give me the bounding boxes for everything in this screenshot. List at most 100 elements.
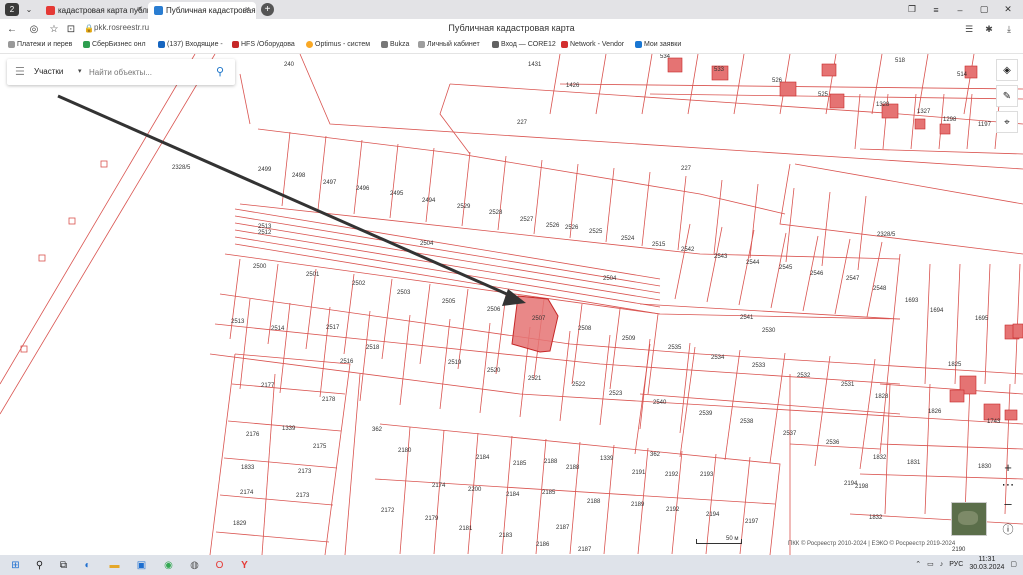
chevron-down-icon[interactable]: ▾	[78, 67, 82, 75]
url-text[interactable]: pkk.rosreestr.ru	[94, 23, 149, 32]
parcel-label: 2175	[313, 444, 327, 450]
network-icon[interactable]: ▭	[927, 560, 934, 568]
parcel-label: 2502	[352, 281, 366, 287]
cadastral-map[interactable]: 240 1431 1426 534 533 526 518 514 525 1328 1327 129…	[0, 54, 1023, 555]
parcel-label: 1828	[875, 394, 889, 400]
new-tab-button[interactable]: +	[261, 3, 274, 16]
layers-icon[interactable]: ◈	[996, 59, 1018, 81]
search-input[interactable]	[89, 64, 209, 80]
speaker-icon[interactable]: ♪	[940, 561, 944, 568]
tab-list-chevron-icon[interactable]: ⌄	[23, 3, 35, 16]
bookmark-item[interactable]: Личный кабинет	[418, 41, 480, 48]
building	[939, 123, 951, 135]
strip-line	[234, 229, 661, 301]
parcel-label: 227	[517, 120, 528, 126]
info-icon[interactable]: ⓘ	[997, 519, 1019, 539]
parcel-label: 2538	[740, 419, 754, 425]
parcel-boundary	[399, 314, 411, 406]
parcel-label: 2537	[783, 431, 797, 437]
parcel-boundary	[924, 263, 931, 385]
parcel-label: 2174	[240, 490, 254, 496]
bookmark-item[interactable]: Optimus - систем	[306, 41, 370, 48]
parcel-boundary	[917, 54, 929, 115]
parcel-label: 2183	[499, 533, 513, 539]
tab-kadastr-search[interactable]: кадастровая карта публи ×	[40, 2, 148, 19]
close-tab-icon[interactable]: ×	[245, 4, 250, 14]
edge-icon[interactable]: ◐	[80, 558, 95, 572]
parcel-label: 2546	[810, 271, 824, 277]
parcel-label: 2498	[292, 173, 306, 179]
minimize-button[interactable]: –	[949, 2, 971, 17]
folder-icon[interactable]: ▬	[107, 558, 122, 572]
clock-date: 30.03.2024	[969, 564, 1005, 571]
parcel-label: 1830	[978, 464, 992, 470]
parcel-label: 2521	[528, 376, 542, 382]
extensions-icon[interactable]: ✱	[981, 22, 997, 36]
opera-icon[interactable]: O	[212, 558, 227, 572]
parcel-boundary	[733, 54, 745, 115]
bookmark-star-icon[interactable]: ☆	[47, 22, 61, 36]
search-type-select[interactable]: Участки	[34, 67, 63, 76]
parcel-label: 2509	[622, 336, 636, 342]
bookmark-item[interactable]: Network - Vendor	[561, 41, 624, 48]
bookmark-item[interactable]: Платежи и перев	[8, 41, 72, 48]
menu-icon[interactable]: ☰	[15, 65, 25, 78]
close-tab-icon[interactable]: ×	[137, 4, 142, 14]
parcel-label: 2188	[587, 499, 601, 505]
tray-chevron-icon[interactable]: ⌃	[915, 560, 921, 568]
parcel-label: 1694	[930, 308, 944, 314]
yandex-browser-icon[interactable]: Y	[237, 558, 252, 572]
store-icon[interactable]: ▣	[134, 558, 149, 572]
parcel-boundary	[279, 302, 291, 394]
back-icon[interactable]: ←	[5, 22, 19, 36]
tab-count-badge[interactable]: 2	[5, 3, 19, 16]
lock-icon: 🔒	[84, 24, 94, 33]
bookmark-item[interactable]: (137) Входящие -	[158, 41, 223, 48]
parcel-label: 1834	[0, 54, 14, 56]
road-line	[239, 73, 251, 125]
bookmark-favicon-icon	[492, 41, 499, 48]
windows-start-icon[interactable]: ⊞	[8, 558, 23, 572]
bookmark-item[interactable]: СберБизнес онл	[83, 41, 146, 48]
notifications-icon[interactable]: ▢	[1010, 560, 1017, 568]
clock[interactable]: 11:31 30.03.2024	[969, 556, 1004, 572]
map-canvas[interactable]: 240 1431 1426 534 533 526 518 514 525 1328 1327 129…	[0, 54, 1023, 555]
bookmark-icon[interactable]: ⊡	[64, 22, 78, 36]
bookmark-item[interactable]: Вход — CORE12	[492, 41, 556, 48]
tab-public-cadastral-map[interactable]: Публичная кадастровая ×	[148, 2, 256, 19]
download-icon[interactable]: ⤓	[1001, 22, 1017, 36]
location-icon[interactable]: ⌖	[996, 111, 1018, 133]
parcel-boundary	[461, 151, 471, 227]
chrome-icon[interactable]: ◉	[161, 558, 176, 572]
bookmark-item[interactable]: HFS /Оборудова	[232, 41, 295, 48]
task-view-icon[interactable]: ⧉	[56, 558, 71, 572]
pencil-icon[interactable]: ✎	[996, 85, 1018, 107]
maximize-button[interactable]: ▢	[973, 2, 995, 17]
bookmark-item[interactable]: Мои заявки	[635, 41, 681, 48]
search-icon[interactable]: ⚲	[213, 64, 227, 78]
search-icon[interactable]: ⚲	[32, 558, 47, 572]
reader-icon[interactable]: ☰	[961, 22, 977, 36]
app-icon[interactable]: ◍	[187, 558, 202, 572]
zoom-out-button[interactable]: –	[997, 493, 1019, 513]
basemap-thumbnail[interactable]	[951, 502, 987, 536]
language-indicator[interactable]: РУС	[949, 561, 963, 568]
menu-icon[interactable]: ≡	[925, 2, 947, 17]
parcel-label: 2194	[706, 512, 720, 518]
parcel-label: 2500	[253, 264, 267, 270]
bookmark-favicon-icon	[561, 41, 568, 48]
bookmark-favicon-icon	[381, 41, 388, 48]
parcel-label: 2516	[340, 359, 354, 365]
close-window-button[interactable]: ✕	[997, 2, 1019, 17]
parcel-boundary	[674, 223, 691, 300]
parcel-label: 1695	[975, 316, 989, 322]
parcel-boundary	[769, 352, 786, 464]
bookmark-item[interactable]: Bukza	[381, 41, 409, 48]
parcel-label: 2519	[448, 360, 462, 366]
zoom-in-button[interactable]: +	[997, 457, 1019, 477]
parcel-boundary	[533, 159, 543, 235]
more-icon[interactable]: ⋯	[997, 475, 1019, 495]
protect-icon[interactable]: ◎	[27, 22, 41, 36]
parcel-label: 2177	[261, 383, 275, 389]
tabs-icon[interactable]: ❐	[901, 2, 923, 17]
